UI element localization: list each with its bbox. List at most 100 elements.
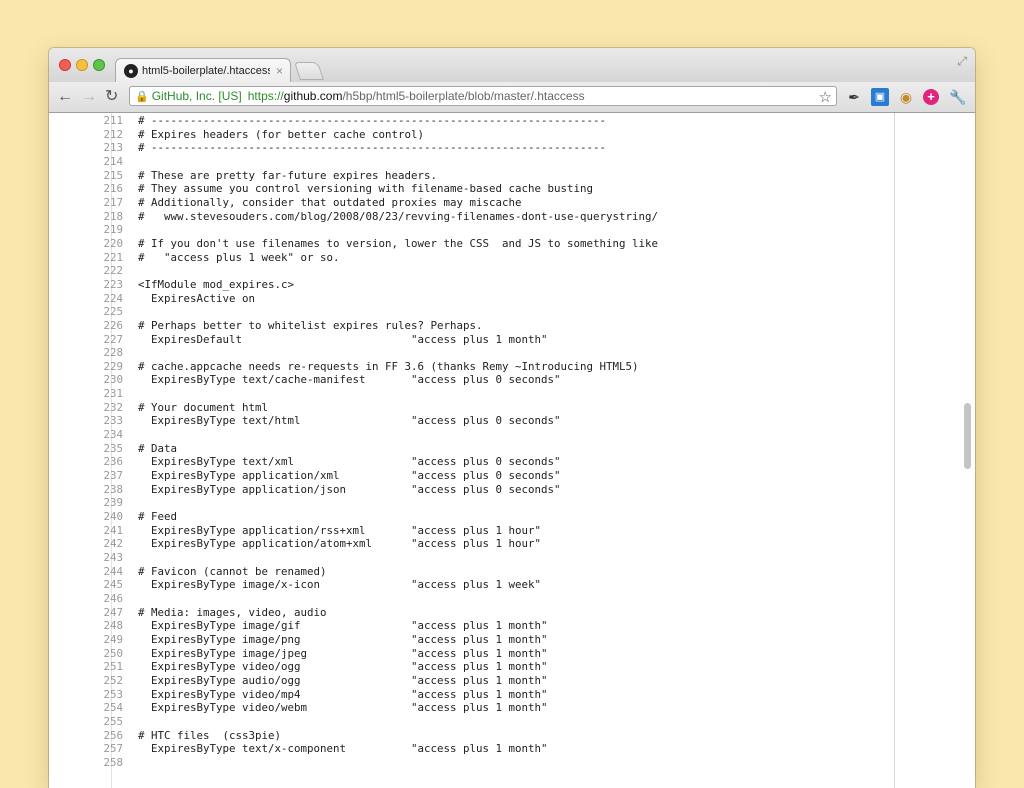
- line-number[interactable]: 228: [49, 346, 138, 360]
- line-number[interactable]: 245: [49, 578, 138, 592]
- code-line: 219: [49, 223, 658, 237]
- bookmark-star-icon[interactable]: ☆: [819, 88, 832, 106]
- forward-arrow-icon[interactable]: →: [81, 88, 97, 106]
- line-number[interactable]: 256: [49, 729, 138, 743]
- line-number[interactable]: 236: [49, 455, 138, 469]
- code-line: 225: [49, 305, 658, 319]
- lock-icon: 🔒: [135, 90, 149, 103]
- line-text: ExpiresActive on: [138, 291, 256, 305]
- line-number[interactable]: 253: [49, 688, 138, 702]
- line-number[interactable]: 243: [49, 551, 138, 565]
- line-number[interactable]: 221: [49, 251, 138, 265]
- line-number[interactable]: 231: [49, 387, 138, 401]
- new-tab-button[interactable]: [294, 62, 324, 80]
- line-number[interactable]: 254: [49, 701, 138, 715]
- code-line: 249 ExpiresByType image/png "access plus…: [49, 633, 658, 647]
- line-number[interactable]: 258: [49, 756, 138, 770]
- back-arrow-icon[interactable]: ←: [57, 88, 73, 106]
- line-text: # Data: [138, 441, 178, 455]
- tab-close-icon[interactable]: ×: [276, 64, 283, 78]
- line-text: # --------------------------------------…: [138, 141, 607, 155]
- line-number[interactable]: 257: [49, 742, 138, 756]
- line-number[interactable]: 246: [49, 592, 138, 606]
- page-viewport[interactable]: 211 # -----------------------------------…: [49, 113, 975, 788]
- code-line: 257 ExpiresByType text/x-component "acce…: [49, 742, 658, 756]
- line-number[interactable]: 241: [49, 524, 138, 538]
- line-number[interactable]: 232: [49, 401, 138, 415]
- line-number[interactable]: 249: [49, 633, 138, 647]
- line-number[interactable]: 219: [49, 223, 138, 237]
- line-number[interactable]: 224: [49, 292, 138, 306]
- line-number[interactable]: 237: [49, 469, 138, 483]
- code-line: 230 ExpiresByType text/cache-manifest "a…: [49, 373, 658, 387]
- toolbar: ← → ↻ 🔒 GitHub, Inc. [US] https://github…: [49, 82, 975, 113]
- line-number[interactable]: 255: [49, 715, 138, 729]
- line-number[interactable]: 211: [49, 114, 138, 128]
- ev-certificate-badge[interactable]: GitHub, Inc. [US]: [152, 89, 242, 103]
- browser-tab[interactable]: ● html5-boilerplate/.htaccess ×: [115, 58, 291, 82]
- line-number[interactable]: 244: [49, 565, 138, 579]
- fullscreen-icon[interactable]: ⤢: [957, 54, 967, 69]
- zoom-window-button[interactable]: [93, 59, 105, 71]
- line-number[interactable]: 216: [49, 182, 138, 196]
- line-number[interactable]: 250: [49, 647, 138, 661]
- line-number[interactable]: 229: [49, 360, 138, 374]
- line-number[interactable]: 247: [49, 606, 138, 620]
- code-line: 224 ExpiresActive on: [49, 292, 658, 306]
- extension-plus-icon[interactable]: +: [923, 89, 939, 105]
- line-number[interactable]: 238: [49, 483, 138, 497]
- code-line: 242 ExpiresByType application/atom+xml "…: [49, 537, 658, 551]
- line-text: ExpiresByType video/ogg "access plus 1 m…: [138, 660, 548, 674]
- line-number[interactable]: 248: [49, 619, 138, 633]
- line-number[interactable]: 225: [49, 305, 138, 319]
- code-line: 217 # Additionally, consider that outdate…: [49, 196, 658, 210]
- code-line: 239: [49, 496, 658, 510]
- line-text: ExpiresByType application/rss+xml "acces…: [138, 523, 542, 537]
- line-number[interactable]: 212: [49, 128, 138, 142]
- line-number[interactable]: 252: [49, 674, 138, 688]
- line-number[interactable]: 220: [49, 237, 138, 251]
- code-line: 250 ExpiresByType image/jpeg "access plu…: [49, 647, 658, 661]
- address-bar[interactable]: 🔒 GitHub, Inc. [US] https://github.com/h…: [129, 86, 837, 106]
- line-number[interactable]: 227: [49, 333, 138, 347]
- line-number[interactable]: 240: [49, 510, 138, 524]
- line-text: ExpiresByType application/atom+xml "acce…: [138, 537, 542, 551]
- line-number[interactable]: 223: [49, 278, 138, 292]
- line-number[interactable]: 242: [49, 537, 138, 551]
- line-text: ExpiresByType video/mp4 "access plus 1 m…: [138, 687, 548, 701]
- code-line: 229 # cache.appcache needs re-requests in…: [49, 360, 658, 374]
- code-line: 227 ExpiresDefault "access plus 1 month": [49, 333, 658, 347]
- line-number[interactable]: 222: [49, 264, 138, 278]
- content-border: [894, 113, 895, 788]
- line-number[interactable]: 214: [49, 155, 138, 169]
- code-line: 254 ExpiresByType video/webm "access plu…: [49, 701, 658, 715]
- code-line: 220 # If you don't use filenames to versi…: [49, 237, 658, 251]
- line-number[interactable]: 230: [49, 373, 138, 387]
- line-text: ExpiresDefault "access plus 1 month": [138, 332, 548, 346]
- line-text: ExpiresByType image/png "access plus 1 m…: [138, 632, 548, 646]
- line-number[interactable]: 218: [49, 210, 138, 224]
- close-window-button[interactable]: [59, 59, 71, 71]
- minimize-window-button[interactable]: [76, 59, 88, 71]
- line-number[interactable]: 251: [49, 660, 138, 674]
- url-text[interactable]: https://github.com/h5bp/html5-boilerplat…: [248, 89, 585, 103]
- vertical-scrollbar[interactable]: [964, 403, 971, 469]
- code-listing: 211 # -----------------------------------…: [49, 114, 658, 770]
- extension-feather-icon[interactable]: ✒: [845, 88, 863, 106]
- wrench-menu-icon[interactable]: 🔧: [949, 88, 967, 106]
- line-number[interactable]: 234: [49, 428, 138, 442]
- line-number[interactable]: 239: [49, 496, 138, 510]
- line-number[interactable]: 235: [49, 442, 138, 456]
- reload-icon[interactable]: ↻: [105, 88, 118, 106]
- line-number[interactable]: 213: [49, 141, 138, 155]
- code-line: 216 # They assume you control versioning …: [49, 182, 658, 196]
- code-line: 238 ExpiresByType application/json "acce…: [49, 483, 658, 497]
- extension-screen-icon[interactable]: ▣: [871, 88, 889, 106]
- line-number[interactable]: 226: [49, 319, 138, 333]
- extension-cookie-icon[interactable]: ◉: [897, 88, 915, 106]
- line-number[interactable]: 215: [49, 169, 138, 183]
- line-number[interactable]: 233: [49, 414, 138, 428]
- line-number[interactable]: 217: [49, 196, 138, 210]
- code-line: 240 # Feed: [49, 510, 658, 524]
- code-line: 233 ExpiresByType text/html "access plus…: [49, 414, 658, 428]
